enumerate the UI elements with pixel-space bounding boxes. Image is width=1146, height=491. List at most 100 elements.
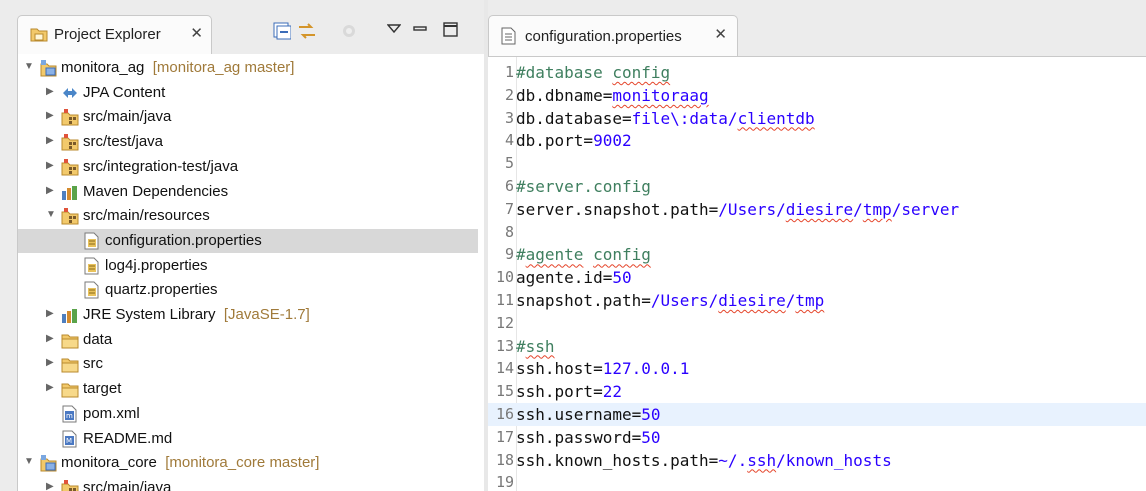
link-with-editor-icon[interactable] bbox=[297, 22, 317, 40]
tree-item[interactable]: ▶ Maven Dependencies bbox=[18, 180, 478, 204]
tree-item-name: configuration.properties bbox=[105, 231, 262, 249]
expand-toggle-expanded-icon[interactable]: ▼ bbox=[24, 456, 34, 467]
tree-item-name: src/main/resources bbox=[83, 207, 210, 225]
tree-item-name: log4j.properties bbox=[105, 256, 208, 274]
expand-toggle-collapsed-icon[interactable]: ▶ bbox=[46, 185, 54, 196]
code-line[interactable]: 19 bbox=[488, 471, 1146, 491]
expand-toggle-expanded-icon[interactable]: ▼ bbox=[24, 61, 34, 72]
code-line[interactable]: 6 #server.config bbox=[488, 175, 1146, 198]
code-text: db.port=9002 bbox=[516, 129, 632, 152]
line-number: 11 bbox=[495, 291, 514, 309]
xml-file-icon: m bbox=[62, 405, 77, 423]
code-line[interactable]: 4 db.port=9002 bbox=[488, 129, 1146, 152]
line-number: 7 bbox=[504, 199, 514, 218]
code-line[interactable]: 9 #agente config bbox=[488, 243, 1146, 266]
tree-item[interactable]: configuration.properties bbox=[18, 228, 478, 253]
tree-item[interactable]: log4j.properties bbox=[18, 254, 478, 278]
code-line[interactable]: 7 server.snapshot.path=/Users/diesire/tmp… bbox=[488, 198, 1146, 221]
expand-toggle-collapsed-icon[interactable]: ▶ bbox=[46, 382, 54, 393]
code-text: ssh.host=127.0.0.1 bbox=[516, 357, 689, 380]
tree-item[interactable]: quartz.properties bbox=[18, 278, 478, 302]
project-icon bbox=[40, 60, 57, 77]
line-number: 15 bbox=[495, 382, 514, 401]
code-line[interactable]: 8 bbox=[488, 221, 1146, 244]
project-icon bbox=[40, 455, 57, 472]
code-token: 50 bbox=[641, 405, 661, 424]
tree-item-name: src/main/java bbox=[83, 478, 172, 491]
code-line[interactable]: 15 ssh.port=22 bbox=[488, 380, 1146, 403]
expand-toggle-collapsed-icon[interactable]: ▶ bbox=[46, 308, 54, 319]
tree-item[interactable]: m pom.xml bbox=[18, 402, 478, 426]
tree-item[interactable]: ▶ src/main/java bbox=[18, 105, 478, 129]
line-number: 9 bbox=[504, 245, 514, 264]
close-icon[interactable]: ✕ bbox=[714, 25, 727, 43]
code-text: #server.config bbox=[516, 175, 651, 198]
explorer-tabbar: Project Explorer ✕ bbox=[0, 10, 484, 54]
editor-tab-label: configuration.properties bbox=[525, 28, 682, 45]
filter-icon[interactable] bbox=[340, 22, 358, 40]
text-editor[interactable]: 1 #database config 2 db.dbname=monitoraag 3 d… bbox=[488, 56, 1146, 491]
expand-toggle-collapsed-icon[interactable]: ▶ bbox=[46, 110, 54, 121]
tree-item-label: monitora_ag [monitora_ag master] bbox=[61, 59, 294, 76]
code-line[interactable]: 11 snapshot.path=/Users/diesire/tmp bbox=[488, 289, 1146, 312]
line-number: 5 bbox=[504, 154, 514, 173]
tree-item[interactable]: ▶ JRE System Library [JavaSE-1.7] bbox=[18, 303, 478, 327]
tree-item-name: pom.xml bbox=[83, 404, 140, 422]
code-token: snapshot.path= bbox=[516, 291, 651, 310]
tree-item-label: JRE System Library [JavaSE-1.7] bbox=[83, 306, 310, 323]
tree-item[interactable]: ▶ JPA Content bbox=[18, 81, 478, 105]
maximize-icon[interactable] bbox=[443, 22, 459, 38]
tree-item-name: README.md bbox=[83, 429, 173, 447]
code-line[interactable]: 16 ssh.username=50 bbox=[488, 403, 1146, 426]
code-text: #ssh bbox=[516, 335, 555, 358]
tree-item[interactable]: ▼ monitora_ag [monitora_ag master] bbox=[18, 56, 478, 80]
code-text: ssh.known_hosts.path=~/.ssh/known_hosts bbox=[516, 449, 892, 472]
collapse-all-icon[interactable] bbox=[273, 22, 291, 40]
tree-item-label: src/test/java bbox=[83, 133, 163, 150]
tree-item[interactable]: ▼ src/main/resources bbox=[18, 204, 478, 228]
expand-toggle-collapsed-icon[interactable]: ▶ bbox=[46, 135, 54, 146]
code-line[interactable]: 1 #database config bbox=[488, 61, 1146, 84]
code-text: #database config bbox=[516, 61, 670, 84]
tree-item[interactable]: ▶ src bbox=[18, 352, 478, 376]
tree-item-decoration: [monitora_ag master] bbox=[144, 59, 295, 76]
minimize-icon[interactable] bbox=[413, 22, 427, 36]
view-menu-icon[interactable] bbox=[387, 22, 401, 36]
tree-item-label: src/integration-test/java bbox=[83, 158, 238, 175]
code-line[interactable]: 2 db.dbname=monitoraag bbox=[488, 84, 1146, 107]
expand-toggle-collapsed-icon[interactable]: ▶ bbox=[46, 160, 54, 171]
tree-item-name: src/test/java bbox=[83, 133, 164, 151]
expand-toggle-expanded-icon[interactable]: ▼ bbox=[46, 209, 56, 220]
tree-item[interactable]: ▶ src/main/java bbox=[18, 476, 478, 491]
code-line[interactable]: 10 agente.id=50 bbox=[488, 266, 1146, 289]
tree-item[interactable]: ▶ src/test/java bbox=[18, 130, 478, 154]
code-line[interactable]: 3 db.database=file\:data/clientdb bbox=[488, 107, 1146, 130]
expand-toggle-collapsed-icon[interactable]: ▶ bbox=[46, 357, 54, 368]
code-line[interactable]: 13 #ssh bbox=[488, 335, 1146, 358]
source-folder-icon bbox=[61, 109, 79, 126]
code-token: # bbox=[516, 245, 526, 265]
folder-icon bbox=[30, 28, 48, 42]
tree-item-label: data bbox=[83, 331, 112, 348]
tree-item[interactable]: ▶ data bbox=[18, 328, 478, 352]
expand-toggle-collapsed-icon[interactable]: ▶ bbox=[46, 86, 54, 97]
tree-item-name: Maven Dependencies bbox=[83, 182, 229, 200]
code-token: config bbox=[612, 63, 671, 82]
expand-toggle-collapsed-icon[interactable]: ▶ bbox=[46, 333, 54, 344]
code-line[interactable]: 14 ssh.host=127.0.0.1 bbox=[488, 357, 1146, 380]
source-folder-icon bbox=[61, 479, 79, 491]
tree-item[interactable]: ▶ src/integration-test/java bbox=[18, 155, 478, 179]
close-icon[interactable]: ✕ bbox=[190, 24, 203, 42]
expand-toggle-collapsed-icon[interactable]: ▶ bbox=[46, 481, 54, 491]
tree-item[interactable]: ▼ monitora_core [monitora_core master] bbox=[18, 451, 478, 475]
tree-item-name: src bbox=[83, 355, 103, 373]
tab-project-explorer[interactable]: Project Explorer ✕ bbox=[17, 15, 212, 54]
code-line[interactable]: 5 bbox=[488, 152, 1146, 175]
tree-item[interactable]: M README.md bbox=[18, 427, 478, 451]
code-line[interactable]: 18 ssh.known_hosts.path=~/.ssh/known_host… bbox=[488, 449, 1146, 472]
code-line[interactable]: 12 bbox=[488, 312, 1146, 335]
code-line[interactable]: 17 ssh.password=50 bbox=[488, 426, 1146, 449]
tab-configuration-properties[interactable]: configuration.properties ✕ bbox=[488, 15, 738, 57]
tree-item[interactable]: ▶ target bbox=[18, 377, 478, 401]
properties-file-icon bbox=[84, 232, 99, 250]
